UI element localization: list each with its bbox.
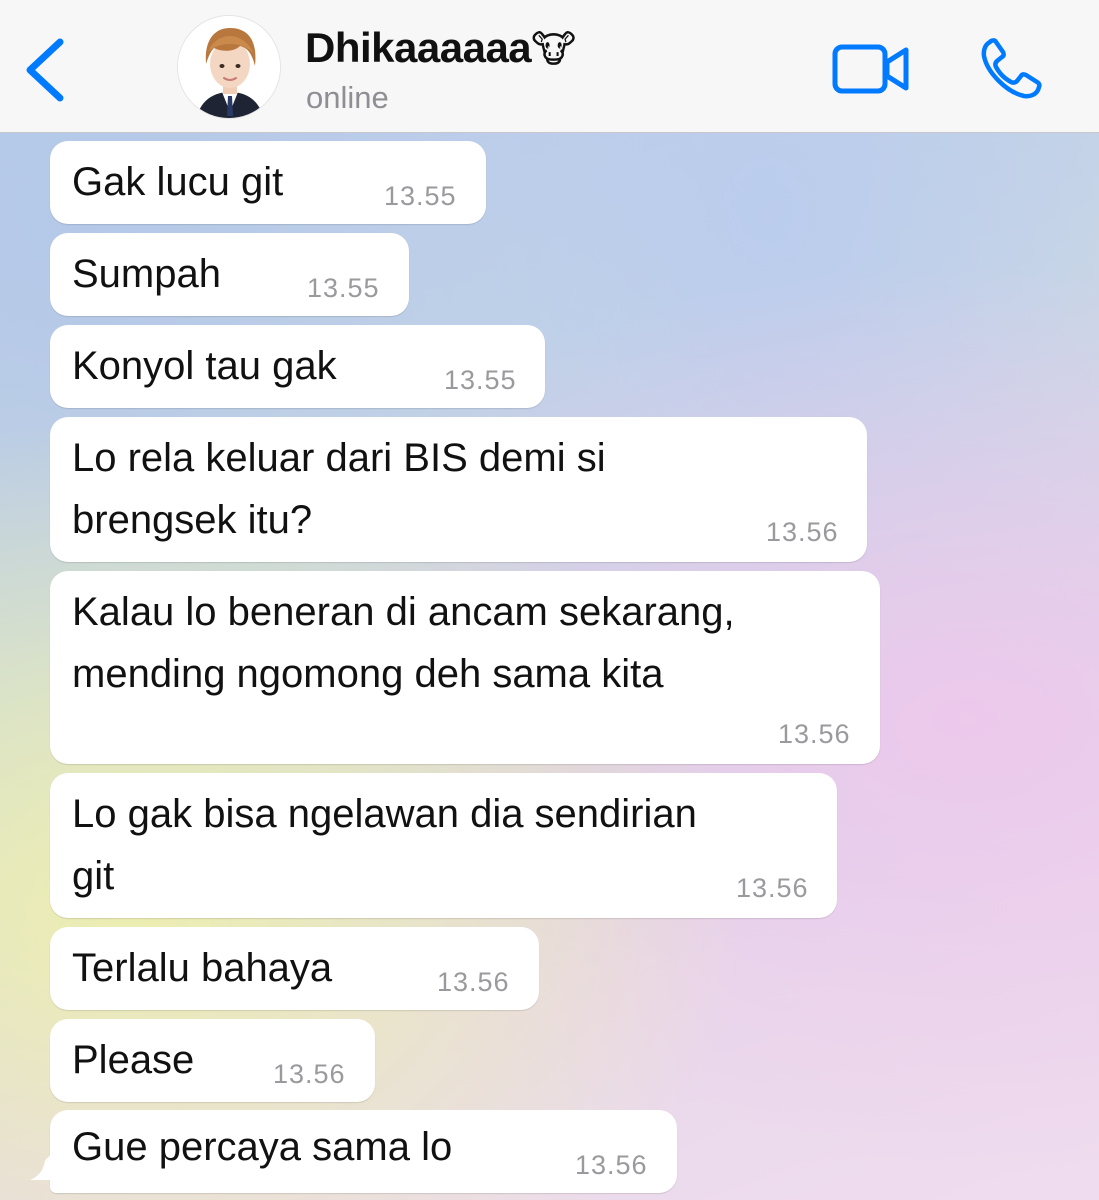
message-time: 13.55 xyxy=(307,273,380,303)
message-text: Konyol tau gak xyxy=(72,344,337,388)
message-time: 13.56 xyxy=(778,719,851,749)
contact-name[interactable]: Dhikaaaaaa🐮 xyxy=(305,22,576,76)
contact-name-text: Dhikaaaaaa xyxy=(305,24,532,71)
contact-status: online xyxy=(306,80,389,115)
chat-header: Dhikaaaaaa🐮 online xyxy=(0,0,1099,133)
message-time: 13.56 xyxy=(575,1150,648,1180)
chat-area[interactable]: Gak lucu git 13.55 Sumpah 13.55 Konyol t… xyxy=(0,133,1099,1200)
message-time: 13.56 xyxy=(437,967,510,997)
message-bubble[interactable]: Kalau lo beneran di ancam sekarang, mend… xyxy=(50,571,880,764)
message-bubble[interactable]: Sumpah 13.55 xyxy=(50,233,409,316)
avatar-image xyxy=(178,16,280,118)
cow-emoji: 🐮 xyxy=(531,29,576,71)
bubble-tail xyxy=(30,1151,54,1180)
message-time: 13.55 xyxy=(384,181,457,211)
message-time: 13.56 xyxy=(736,873,809,903)
avatar[interactable] xyxy=(177,15,281,119)
chevron-left-icon xyxy=(26,38,64,102)
message-bubble[interactable]: Gue percaya sama lo 13.56 xyxy=(50,1110,677,1193)
message-bubble[interactable]: Please 13.56 xyxy=(50,1019,375,1102)
message-time: 13.56 xyxy=(273,1059,346,1089)
phone-icon xyxy=(981,38,1042,99)
voice-call-button[interactable] xyxy=(978,36,1044,102)
back-button[interactable] xyxy=(18,34,74,106)
message-text-line: Kalau lo beneran di ancam sekarang, xyxy=(72,590,735,634)
message-bubble[interactable]: Lo rela keluar dari BIS demi si brengsek… xyxy=(50,417,867,562)
message-bubble[interactable]: Lo gak bisa ngelawan dia sendirian git 1… xyxy=(50,773,837,918)
message-bubble[interactable]: Terlalu bahaya 13.56 xyxy=(50,927,539,1010)
message-text-line: git xyxy=(72,854,115,898)
message-text-line: brengsek itu? xyxy=(72,498,313,542)
message-text: Please xyxy=(72,1038,195,1082)
message-text: Terlalu bahaya xyxy=(72,946,333,990)
video-call-button[interactable] xyxy=(830,40,912,98)
message-bubble[interactable]: Gak lucu git 13.55 xyxy=(50,141,486,224)
message-time: 13.56 xyxy=(766,517,839,547)
message-time: 13.55 xyxy=(444,365,517,395)
video-camera-icon xyxy=(832,44,909,94)
message-text-line: mending ngomong deh sama kita xyxy=(72,652,664,696)
message-text-line: Lo gak bisa ngelawan dia sendirian xyxy=(72,792,697,836)
message-text: Sumpah xyxy=(72,252,221,296)
message-text: Gak lucu git xyxy=(72,160,284,204)
message-bubble[interactable]: Konyol tau gak 13.55 xyxy=(50,325,545,408)
message-text: Gue percaya sama lo xyxy=(72,1125,453,1169)
message-text-line: Lo rela keluar dari BIS demi si xyxy=(72,436,606,480)
